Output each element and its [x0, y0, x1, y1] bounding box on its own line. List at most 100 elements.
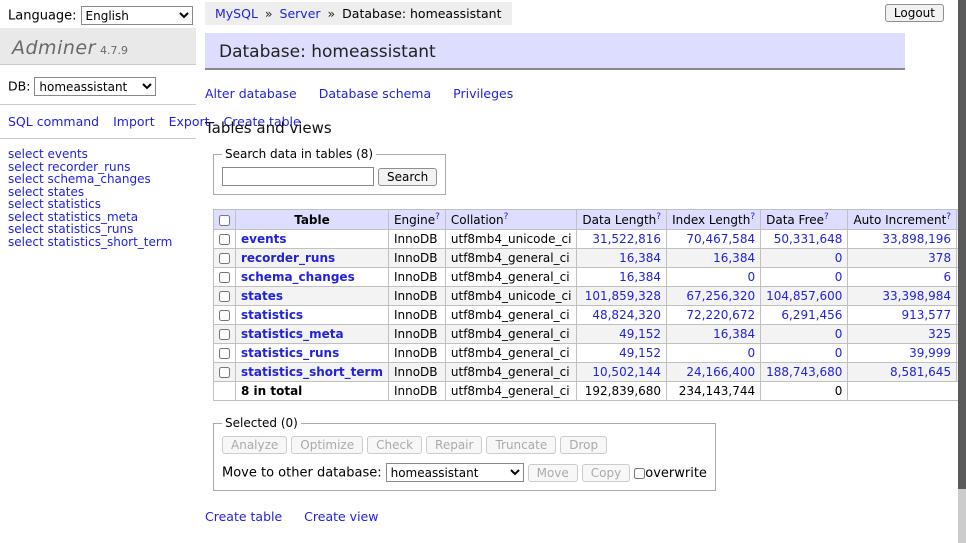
table-link-statistics-short-term[interactable]: statistics_short_term [241, 365, 383, 379]
row-checkbox-statistics-short-term[interactable] [219, 367, 230, 378]
move-db-select[interactable]: homeassistant [386, 463, 524, 482]
sidebar-select-statistics-short-term[interactable]: select statistics_short_term [8, 236, 188, 249]
row-checkbox-schema-changes[interactable] [219, 272, 230, 283]
optimize-button[interactable]: Optimize [291, 436, 363, 454]
bottom-create-view-link[interactable]: Create view [304, 509, 378, 524]
help-icon[interactable]: ? [435, 212, 440, 222]
auto-increment-link[interactable]: 325 [853, 327, 951, 341]
help-icon[interactable]: ? [504, 212, 509, 222]
table-link-statistics[interactable]: statistics [241, 308, 303, 322]
column-header-collation: Collation? [445, 210, 577, 230]
row-checkbox-statistics-runs[interactable] [219, 348, 230, 359]
page-title: Database: homeassistant [205, 33, 905, 70]
copy-button[interactable]: Copy [582, 464, 630, 482]
data-free-link[interactable]: 6,291,456 [766, 308, 842, 322]
row-checkbox-statistics[interactable] [219, 310, 230, 321]
table-link-events[interactable]: events [241, 232, 287, 246]
table-link-statistics-runs[interactable]: statistics_runs [241, 346, 339, 360]
table-link-statistics-meta[interactable]: statistics_meta [241, 327, 344, 341]
table-link-recorder-runs[interactable]: recorder_runs [241, 251, 335, 265]
check-button[interactable]: Check [367, 436, 422, 454]
sidebar-select-schema-changes[interactable]: select schema_changes [8, 173, 188, 186]
index-length-link[interactable]: 0 [672, 270, 755, 284]
main-content: Database: homeassistant Alter database Da… [205, 28, 905, 543]
row-checkbox-states[interactable] [219, 291, 230, 302]
help-icon[interactable]: ? [656, 212, 661, 222]
row-checkbox-recorder-runs[interactable] [219, 253, 230, 264]
sidebar-select-statistics-runs[interactable]: select statistics_runs [8, 223, 188, 236]
tables-and-views-heading: Tables and views [205, 119, 905, 137]
sidebar-link-import[interactable]: Import [113, 114, 155, 129]
language-select[interactable]: English [81, 6, 193, 25]
data-free-link[interactable]: 104,857,600 [766, 289, 842, 303]
action-database-schema[interactable]: Database schema [319, 86, 431, 101]
help-icon[interactable]: ? [824, 212, 829, 222]
select-all-checkbox[interactable] [219, 215, 230, 226]
row-checkbox-events[interactable] [219, 234, 230, 245]
analyze-button[interactable]: Analyze [222, 436, 287, 454]
data-length-link[interactable]: 49,152 [582, 346, 661, 360]
search-button[interactable]: Search [378, 168, 437, 186]
data-length-link[interactable]: 10,502,144 [582, 365, 661, 379]
data-free-link[interactable]: 188,743,680 [766, 365, 842, 379]
index-length-link[interactable]: 16,384 [672, 251, 755, 265]
table-link-states[interactable]: states [241, 289, 283, 303]
index-length-link[interactable]: 16,384 [672, 327, 755, 341]
action-privileges[interactable]: Privileges [453, 86, 513, 101]
search-input[interactable] [222, 167, 374, 186]
data-length-link[interactable]: 16,384 [582, 251, 661, 265]
sidebar-actions: SQL commandImportExportCreate table [0, 105, 178, 138]
sidebar-select-events[interactable]: select events [8, 148, 188, 161]
move-button[interactable]: Move [528, 464, 578, 482]
data-length-link[interactable]: 31,522,816 [582, 232, 661, 246]
overwrite-checkbox[interactable] [634, 468, 645, 479]
index-length-link[interactable]: 70,467,584 [672, 232, 755, 246]
breadcrumb-server-link[interactable]: Server [280, 6, 321, 21]
help-icon[interactable]: ? [750, 212, 755, 222]
create-links-row: Create table Create view [205, 509, 905, 524]
data-length-link[interactable]: 49,152 [582, 327, 661, 341]
vertical-scrollbar[interactable] [958, 0, 966, 543]
scrollbar-thumb[interactable] [958, 0, 966, 489]
sidebar-select-statistics[interactable]: select statistics [8, 198, 188, 211]
action-alter-database[interactable]: Alter database [205, 86, 297, 101]
truncate-button[interactable]: Truncate [486, 436, 556, 454]
data-length-link[interactable]: 16,384 [582, 270, 661, 284]
index-length-link[interactable]: 24,166,400 [672, 365, 755, 379]
auto-increment-link[interactable]: 33,898,196 [853, 232, 951, 246]
db-select[interactable]: homeassistant [34, 77, 156, 96]
repair-button[interactable]: Repair [426, 436, 482, 454]
data-free-link[interactable]: 0 [766, 327, 842, 341]
index-length-link[interactable]: 72,220,672 [672, 308, 755, 322]
data-free-link[interactable]: 0 [766, 270, 842, 284]
total-label: 8 in total [236, 382, 389, 401]
help-icon[interactable]: ? [946, 212, 951, 222]
data-free-link[interactable]: 0 [766, 251, 842, 265]
bottom-create-table-link[interactable]: Create table [205, 509, 282, 524]
data-free-link[interactable]: 0 [766, 346, 842, 360]
row-checkbox-statistics-meta[interactable] [219, 329, 230, 340]
data-length-link[interactable]: 48,824,320 [582, 308, 661, 322]
auto-increment-link[interactable]: 33,398,984 [853, 289, 951, 303]
total-data-length: 192,839,680 [577, 382, 667, 401]
overwrite-label[interactable]: overwrite [634, 466, 707, 481]
sidebar-link-export[interactable]: Export [169, 114, 210, 129]
logout-button[interactable]: Logout [885, 4, 944, 22]
auto-increment-link[interactable]: 39,999 [853, 346, 951, 360]
breadcrumb-mysql-link[interactable]: MySQL [215, 6, 258, 21]
sidebar-link-sql-command[interactable]: SQL command [8, 114, 99, 129]
engine-cell: InnoDB [388, 306, 445, 325]
data-free-link[interactable]: 50,331,648 [766, 232, 842, 246]
language-row: Language:English [8, 6, 193, 25]
index-length-link[interactable]: 0 [672, 346, 755, 360]
data-length-link[interactable]: 101,859,328 [582, 289, 661, 303]
auto-increment-link[interactable]: 8,581,645 [853, 365, 951, 379]
auto-increment-link[interactable]: 378 [853, 251, 951, 265]
index-length-link[interactable]: 67,256,320 [672, 289, 755, 303]
auto-increment-link[interactable]: 913,577 [853, 308, 951, 322]
move-label: Move to other database: [222, 466, 382, 481]
table-row: statistics_short_term InnoDB utf8mb4_gen… [214, 363, 966, 382]
drop-button[interactable]: Drop [560, 436, 607, 454]
auto-increment-link[interactable]: 6 [853, 270, 951, 284]
table-link-schema-changes[interactable]: schema_changes [241, 270, 355, 284]
